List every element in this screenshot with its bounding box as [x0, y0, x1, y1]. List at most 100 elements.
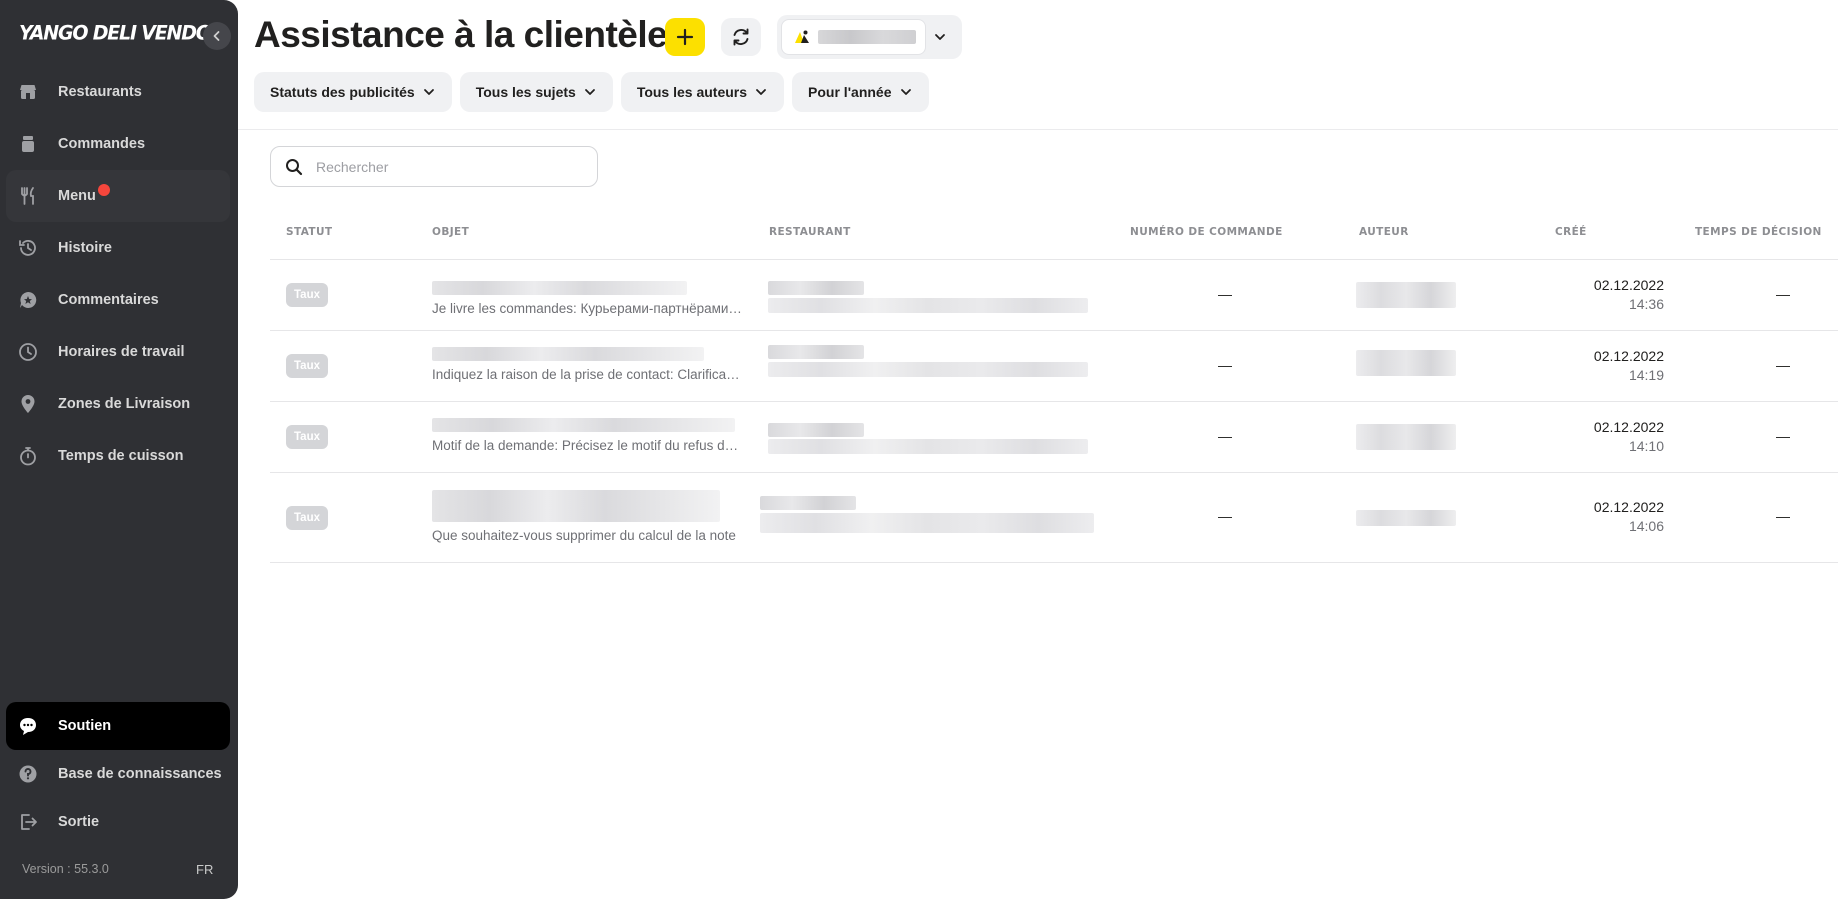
- restaurant-name-redacted: [768, 281, 864, 295]
- filter-period[interactable]: Pour l'année: [792, 72, 929, 112]
- subject-cell: Motif de la demande: Précisez le motif d…: [432, 418, 742, 453]
- column-header-decision-time[interactable]: TEMPS DE DÉCISION: [1695, 226, 1822, 238]
- order-number: —: [1218, 357, 1232, 373]
- created-time: 14:06: [1628, 518, 1664, 534]
- store-icon: [16, 80, 40, 104]
- refresh-button[interactable]: [721, 18, 761, 56]
- chevron-down-icon: [754, 85, 768, 99]
- subject-cell: Que souhaitez-vous supprimer du calcul d…: [432, 490, 742, 543]
- subject-title-redacted: [432, 490, 720, 522]
- chevron-down-icon: [899, 85, 913, 99]
- search-input[interactable]: [316, 158, 576, 175]
- sidebar-item-soutien[interactable]: Soutien: [6, 702, 230, 750]
- column-header-author[interactable]: AUTEUR: [1359, 226, 1409, 238]
- refresh-icon: [733, 28, 749, 46]
- sidebar-item-commandes[interactable]: Commandes: [6, 118, 230, 170]
- author-redacted: [1356, 424, 1456, 450]
- filter-bar: Statuts des publicités Tous les sujets T…: [254, 72, 929, 112]
- sidebar-item-sortie[interactable]: Sortie: [6, 798, 230, 846]
- filter-status[interactable]: Statuts des publicités: [254, 72, 452, 112]
- restaurant-name-redacted: [768, 423, 864, 437]
- column-header-status[interactable]: STATUT: [286, 226, 332, 238]
- table-row[interactable]: Taux Motif de la demande: Précisez le mo…: [270, 402, 1838, 473]
- filter-label: Tous les auteurs: [636, 84, 748, 100]
- filter-label: Statuts des publicités: [270, 84, 415, 100]
- sidebar-item-horaires[interactable]: Horaires de travail: [6, 326, 230, 378]
- subject-title-redacted: [432, 281, 687, 295]
- decision-time: —: [1776, 428, 1790, 444]
- place-selector-field[interactable]: [781, 19, 926, 55]
- table-row[interactable]: Taux Je livre les commandes: Курьерами-п…: [270, 260, 1838, 331]
- history-icon: [16, 236, 40, 260]
- sidebar-item-label: Sortie: [58, 814, 100, 830]
- sidebar-item-commentaires[interactable]: Commentaires: [6, 274, 230, 326]
- created-date: 02.12.2022: [1593, 277, 1664, 293]
- filter-authors[interactable]: Tous les auteurs: [620, 72, 785, 112]
- language-switch[interactable]: FR: [196, 862, 213, 877]
- column-header-order-number[interactable]: NUMÉRO DE COMMANDE: [1130, 226, 1283, 238]
- subject-cell: Je livre les commandes: Курьерами-партнё…: [432, 281, 742, 316]
- chat-icon: [16, 714, 40, 738]
- sidebar-item-restaurants[interactable]: Restaurants: [6, 66, 230, 118]
- subject-text: Je livre les commandes: Курьерами-партнё…: [432, 301, 742, 316]
- sidebar-item-zones[interactable]: Zones de Livraison: [6, 378, 230, 430]
- sidebar-item-label: Horaires de travail: [58, 344, 185, 360]
- created-time: 14:36: [1628, 296, 1664, 312]
- sidebar-item-label: Zones de Livraison: [58, 396, 191, 412]
- restaurant-address-redacted: [768, 298, 1088, 313]
- created-date: 02.12.2022: [1593, 419, 1664, 435]
- add-request-button[interactable]: [665, 18, 705, 56]
- author-redacted: [1356, 350, 1456, 376]
- decision-time: —: [1776, 286, 1790, 302]
- notification-dot: [98, 184, 110, 196]
- subject-text: Que souhaitez-vous supprimer du calcul d…: [432, 528, 736, 543]
- sidebar-item-label: Temps de cuisson: [58, 448, 184, 464]
- table-row[interactable]: Taux Indiquez la raison de la prise de c…: [270, 331, 1838, 402]
- help-icon: [16, 762, 40, 786]
- collapse-sidebar-button[interactable]: [203, 22, 231, 50]
- author-redacted: [1356, 510, 1456, 526]
- sidebar-item-label: Menu: [58, 188, 96, 204]
- column-header-subject[interactable]: OBJET: [432, 226, 469, 238]
- filter-label: Pour l'année: [808, 84, 892, 100]
- filter-label: Tous les sujets: [475, 84, 576, 100]
- plus-icon: [676, 28, 694, 46]
- restaurant-address-redacted: [760, 513, 1094, 533]
- created-cell: 02.12.2022 14:06: [1556, 498, 1664, 536]
- created-date: 02.12.2022: [1593, 348, 1664, 364]
- sidebar-item-label: Commandes: [58, 136, 146, 152]
- header-divider: [238, 129, 1838, 130]
- version-label: Version : 55.3.0: [22, 862, 109, 876]
- order-number: —: [1218, 508, 1232, 524]
- subject-title-redacted: [432, 347, 704, 361]
- status-badge: Taux: [286, 425, 328, 449]
- fork-knife-icon: [16, 184, 40, 208]
- table-row[interactable]: Taux Que souhaitez-vous supprimer du cal…: [270, 473, 1838, 563]
- sidebar-item-base-connaissances[interactable]: Base de connaissances: [6, 750, 230, 798]
- stopwatch-icon: [16, 444, 40, 468]
- clock-icon: [16, 340, 40, 364]
- place-selector[interactable]: [777, 15, 962, 59]
- restaurant-address-redacted: [768, 362, 1088, 377]
- sidebar-item-histoire[interactable]: Histoire: [6, 222, 230, 274]
- order-number: —: [1218, 286, 1232, 302]
- sidebar-item-label: Soutien: [58, 718, 112, 734]
- sidebar-item-temps-cuisson[interactable]: Temps de cuisson: [6, 430, 230, 482]
- requests-table: STATUT OBJET RESTAURANT NUMÉRO DE COMMAN…: [270, 212, 1838, 563]
- subject-text: Motif de la demande: Précisez le motif d…: [432, 438, 742, 453]
- status-badge: Taux: [286, 283, 328, 307]
- created-date: 02.12.2022: [1593, 499, 1664, 515]
- column-header-created[interactable]: CRÉÉ: [1555, 226, 1587, 238]
- column-header-restaurant[interactable]: RESTAURANT: [769, 226, 851, 238]
- place-name-redacted: [818, 30, 916, 44]
- sidebar-item-menu[interactable]: Menu: [6, 170, 230, 222]
- created-time: 14:10: [1628, 438, 1664, 454]
- chevron-down-icon: [422, 85, 436, 99]
- sidebar-item-label: Commentaires: [58, 292, 159, 308]
- subject-title-redacted: [432, 418, 735, 432]
- orders-icon: [16, 132, 40, 156]
- created-cell: 02.12.2022 14:10: [1556, 418, 1664, 456]
- status-badge: Taux: [286, 354, 328, 378]
- created-cell: 02.12.2022 14:19: [1556, 347, 1664, 385]
- filter-subjects[interactable]: Tous les sujets: [459, 72, 613, 112]
